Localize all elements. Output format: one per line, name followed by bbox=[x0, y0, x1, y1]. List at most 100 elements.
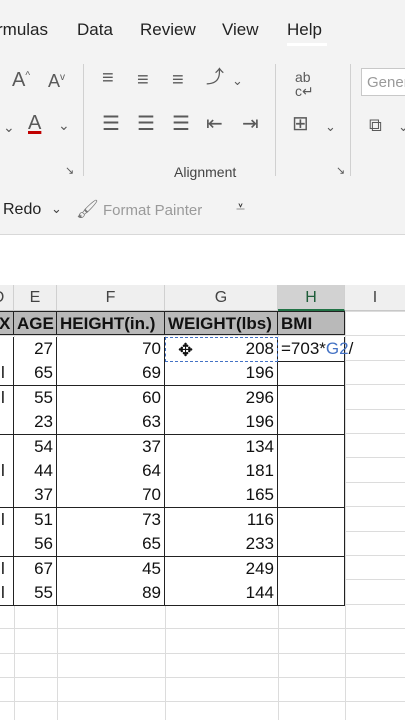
column-header-g[interactable]: G bbox=[165, 285, 278, 311]
age-cell[interactable]: 55 bbox=[14, 385, 57, 411]
column-header-i[interactable]: I bbox=[345, 285, 405, 311]
column-header-h[interactable]: H bbox=[278, 285, 345, 311]
sex-cell[interactable]: l bbox=[0, 507, 14, 533]
font-color-icon[interactable]: A bbox=[28, 113, 41, 133]
number-format-icon[interactable]: ⧉ bbox=[369, 116, 382, 134]
sex-cell[interactable] bbox=[0, 410, 14, 436]
alignment-dialog-launcher-icon[interactable]: ↘ bbox=[336, 166, 345, 177]
orientation-icon[interactable]: ⤴ bbox=[206, 68, 224, 86]
sex-cell[interactable] bbox=[0, 483, 14, 509]
chevron-down-icon[interactable]: ⌄ bbox=[398, 120, 405, 133]
age-cell[interactable]: 37 bbox=[14, 483, 57, 509]
sex-cell[interactable]: l bbox=[0, 581, 14, 606]
age-cell[interactable]: 44 bbox=[14, 459, 57, 484]
grid-line-vertical bbox=[345, 311, 346, 720]
weight-cell[interactable]: 134 bbox=[165, 434, 278, 460]
ribbon: A^ Av ⌄ A ⌄ ≡ ≡ ≡ ⤴ ⌄ ☰ ☰ ☰ ⇤ ⇥ ab c↵ ⊞ ⌄… bbox=[0, 58, 405, 186]
sex-cell[interactable] bbox=[0, 434, 14, 460]
height-cell[interactable]: 70 bbox=[57, 337, 165, 362]
bmi-cell[interactable] bbox=[278, 483, 345, 509]
height-cell[interactable]: 64 bbox=[57, 459, 165, 484]
align-top-icon[interactable]: ≡ bbox=[102, 68, 114, 88]
height-cell[interactable]: 63 bbox=[57, 410, 165, 436]
chevron-down-icon[interactable]: ⌄ bbox=[232, 74, 243, 87]
age-cell[interactable]: 23 bbox=[14, 410, 57, 436]
age-cell[interactable]: 56 bbox=[14, 532, 57, 558]
sex-cell[interactable] bbox=[0, 337, 14, 362]
chevron-down-icon[interactable]: ⌄ bbox=[325, 120, 336, 133]
age-cell[interactable]: 67 bbox=[14, 556, 57, 582]
sex-cell[interactable] bbox=[0, 532, 14, 558]
age-cell[interactable]: 55 bbox=[14, 581, 57, 606]
sex-cell[interactable]: l bbox=[0, 556, 14, 582]
height-cell[interactable]: 69 bbox=[57, 361, 165, 387]
redo-button[interactable]: Redo bbox=[3, 201, 41, 219]
wrap-text-icon[interactable]: ab c↵ bbox=[295, 70, 314, 98]
increase-indent-icon[interactable]: ⇥ bbox=[242, 114, 259, 134]
customize-toolbar-icon[interactable]: ⩡ bbox=[236, 199, 245, 217]
bmi-cell[interactable] bbox=[278, 434, 345, 460]
align-left-icon[interactable]: ☰ bbox=[102, 114, 120, 134]
height-cell[interactable]: 45 bbox=[57, 556, 165, 582]
weight-cell[interactable]: 116 bbox=[165, 507, 278, 533]
menu-view[interactable]: View bbox=[222, 20, 259, 40]
header-cell-height[interactable]: HEIGHT(in.) bbox=[57, 311, 165, 335]
age-cell[interactable]: 51 bbox=[14, 507, 57, 533]
decrease-font-size-icon[interactable]: Av bbox=[48, 72, 65, 90]
column-header-d[interactable]: D bbox=[0, 285, 14, 311]
weight-cell[interactable]: 196 bbox=[165, 361, 278, 387]
header-cell-bmi[interactable]: BMI bbox=[278, 311, 345, 335]
age-cell[interactable]: 27 bbox=[14, 337, 57, 362]
bmi-cell[interactable] bbox=[278, 581, 345, 606]
merge-center-icon[interactable]: ⊞ bbox=[292, 114, 309, 134]
height-cell[interactable]: 65 bbox=[57, 532, 165, 558]
bmi-cell[interactable] bbox=[278, 459, 345, 484]
height-cell[interactable]: 60 bbox=[57, 385, 165, 411]
menu-data[interactable]: Data bbox=[77, 20, 113, 40]
column-header-f[interactable]: F bbox=[57, 285, 165, 311]
height-cell[interactable]: 73 bbox=[57, 507, 165, 533]
age-cell[interactable]: 54 bbox=[14, 434, 57, 460]
menu-formulas[interactable]: rmulas bbox=[0, 20, 48, 40]
chevron-down-icon[interactable]: ⌄ bbox=[58, 118, 70, 132]
header-cell-age[interactable]: AGE bbox=[14, 311, 57, 335]
height-cell[interactable]: 70 bbox=[57, 483, 165, 509]
bmi-cell[interactable] bbox=[278, 385, 345, 411]
redo-dropdown-icon[interactable]: ⌄ bbox=[51, 201, 62, 217]
column-header-e[interactable]: E bbox=[14, 285, 57, 311]
menu-review[interactable]: Review bbox=[140, 20, 196, 40]
format-painter-icon[interactable]: 🖌 bbox=[76, 199, 99, 220]
align-center-icon[interactable]: ☰ bbox=[137, 114, 155, 134]
weight-cell[interactable]: 296 bbox=[165, 385, 278, 411]
header-cell-weight[interactable]: WEIGHT(lbs) bbox=[165, 311, 278, 335]
bmi-cell[interactable] bbox=[278, 507, 345, 533]
weight-cell[interactable]: 165 bbox=[165, 483, 278, 509]
weight-cell[interactable]: 181 bbox=[165, 459, 278, 484]
sex-cell[interactable]: l bbox=[0, 385, 14, 411]
weight-cell[interactable]: 144 bbox=[165, 581, 278, 606]
age-cell[interactable]: 65 bbox=[14, 361, 57, 387]
sex-cell[interactable]: l bbox=[0, 459, 14, 484]
bmi-cell[interactable] bbox=[278, 556, 345, 582]
header-cell-sex[interactable]: X bbox=[0, 311, 14, 335]
decrease-indent-icon[interactable]: ⇤ bbox=[206, 114, 223, 134]
number-format-dropdown[interactable]: Gener bbox=[361, 68, 405, 96]
weight-cell[interactable]: 196 bbox=[165, 410, 278, 436]
bmi-cell[interactable] bbox=[278, 361, 345, 387]
sex-cell[interactable]: l bbox=[0, 361, 14, 387]
font-dialog-launcher-icon[interactable]: ↘ bbox=[65, 166, 74, 177]
height-cell[interactable]: 37 bbox=[57, 434, 165, 460]
bmi-cell[interactable] bbox=[278, 532, 345, 558]
align-bottom-icon[interactable]: ≡ bbox=[172, 70, 184, 90]
align-right-icon[interactable]: ☰ bbox=[172, 114, 190, 134]
align-middle-icon[interactable]: ≡ bbox=[137, 70, 149, 90]
format-painter-button[interactable]: Format Painter bbox=[103, 202, 202, 219]
weight-cell[interactable]: 249 bbox=[165, 556, 278, 582]
weight-cell[interactable]: 233 bbox=[165, 532, 278, 558]
increase-font-size-icon[interactable]: A^ bbox=[12, 70, 30, 90]
chevron-down-icon[interactable]: ⌄ bbox=[3, 120, 15, 134]
bmi-cell[interactable] bbox=[278, 410, 345, 436]
height-cell[interactable]: 89 bbox=[57, 581, 165, 606]
menu-help[interactable]: Help bbox=[287, 20, 322, 40]
bmi-cell[interactable]: =703*G2/ bbox=[278, 337, 353, 362]
